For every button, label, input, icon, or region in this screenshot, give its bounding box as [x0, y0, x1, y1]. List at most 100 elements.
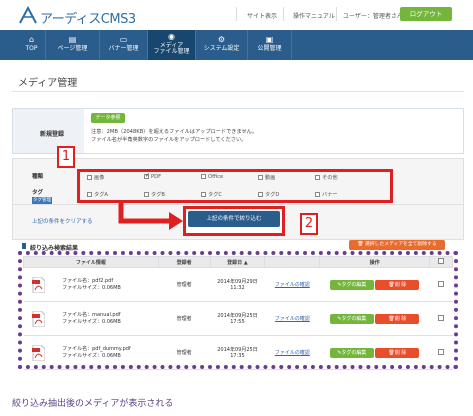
page-title: メディア管理 [18, 78, 78, 89]
file-name-label: ファイル名： [62, 345, 93, 352]
main-nav: ⌂ TOP ▤ ページ管理 ▭ バナー管理 ◉ メディア ファイル管理 ⚙ システム設定 … [0, 30, 473, 60]
nav-label: システム設定 [203, 45, 240, 52]
registered-date: 2014年09月25日 17:55 [210, 301, 265, 336]
file-name: pdf2.pdf [92, 277, 114, 284]
file-info: ファイル名：manual.pdf ファイルサイズ：0.06MB [23, 301, 159, 336]
browse-button[interactable]: データ参照 [91, 113, 125, 123]
time: 17:35 [230, 353, 245, 359]
time: 17:55 [230, 319, 245, 325]
col-confirm [264, 256, 321, 268]
row-checkbox[interactable] [438, 314, 444, 321]
tag-edit-button[interactable]: ✎タグの編集 [329, 347, 374, 358]
search-button[interactable]: 上記の条件で絞り込む [188, 211, 280, 227]
trash-icon: 🗑 [357, 242, 365, 247]
tag-manage-button[interactable]: タグ管理 [32, 197, 52, 204]
delete-button[interactable]: 🗑削 除 [375, 347, 420, 358]
actions-cell: ✎タグの編集 🗑削 除 [319, 335, 430, 370]
logout-button[interactable]: ログアウト [400, 7, 452, 21]
registrant: 管理者 [158, 335, 211, 370]
pdf-icon [31, 344, 45, 361]
logo[interactable]: アーディスCMS3 [18, 4, 158, 27]
nav-label: メディア ファイル管理 [153, 42, 190, 55]
tag-edit-button[interactable]: ✎タグの編集 [329, 313, 374, 324]
file-info: ファイル名：pdf_dummy.pdf ファイルサイズ：0.06MB [23, 335, 159, 370]
button-label: タグの編集 [341, 281, 367, 288]
site-view-link[interactable]: サイト表示 [247, 11, 277, 20]
button-label: 削 除 [394, 281, 407, 288]
button-label: 削 除 [394, 349, 407, 356]
delete-button[interactable]: 🗑削 除 [375, 313, 420, 324]
button-label: タグの編集 [341, 349, 367, 356]
sort-arrow-icon: ▲ [243, 259, 248, 266]
file-size: 0.06MB [101, 318, 121, 325]
confirm-cell: ファイルの確認 [264, 335, 320, 370]
pdf-icon [31, 310, 45, 327]
divider [283, 7, 284, 21]
registered-date: 2014年09月25日 17:35 [210, 335, 265, 370]
button-label: タグの編集 [341, 315, 367, 322]
nav-top[interactable]: ⌂ TOP [18, 30, 46, 60]
registrant: 管理者 [158, 267, 211, 302]
select-cell [429, 301, 453, 336]
upload-title: 新規登録 [40, 131, 65, 138]
select-cell [429, 335, 453, 370]
type-label: 種類 [32, 174, 44, 180]
nav-system[interactable]: ⚙ システム設定 [196, 30, 248, 60]
tag-edit-button[interactable]: ✎タグの編集 [329, 279, 374, 290]
clear-conditions-link[interactable]: 上記の条件をクリアする [32, 217, 93, 225]
user-label: ユーザー：管理者さん [343, 13, 403, 20]
actions-cell: ✎タグの編集 🗑削 除 [319, 301, 430, 336]
time: 11:32 [230, 285, 245, 291]
banner-icon: ▭ [119, 35, 128, 44]
actions-cell: ✎タグの編集 🗑削 除 [319, 267, 430, 302]
col-actions: 操作 [319, 256, 430, 268]
col-user: 登録者 [157, 256, 211, 268]
select-all-checkbox[interactable] [438, 258, 444, 264]
nav-banners[interactable]: ▭ バナー管理 [100, 30, 148, 60]
select-cell [429, 267, 453, 302]
file-name-label: ファイル名： [62, 277, 93, 284]
tag-label: タグ [32, 190, 44, 196]
file-size-label: ファイルサイズ： [62, 318, 102, 325]
upload-note: ファイル名が半角英数字のファイルをアップロードしてください。 [91, 137, 247, 143]
upload-note: 注意：2MB（2048KB）を超えるファイルはアップロードできません。 [91, 129, 258, 135]
table-header: ファイル情報 登録者 登録日 ▲ 操作 [23, 256, 453, 268]
pages-icon: ▤ [68, 35, 77, 44]
file-info: ファイル名：pdf2.pdf ファイルサイズ：0.06MB [23, 267, 159, 302]
pdf-icon [31, 276, 45, 293]
manual-link[interactable]: 操作マニュアル [293, 11, 335, 20]
delete-button[interactable]: 🗑削 除 [375, 279, 420, 290]
row-checkbox[interactable] [438, 280, 444, 287]
delete-selected-button[interactable]: 🗑 選択したメディアを全て削除する [349, 240, 445, 250]
caption: 絞り込み抽出後のメディアが表示される [12, 399, 174, 409]
camera-icon: ◉ [168, 32, 175, 41]
step-number-2: 2 [300, 213, 318, 235]
confirm-cell: ファイルの確認 [264, 301, 320, 336]
results-table: ファイル情報 登録者 登録日 ▲ 操作 ファイル名：pdf2.pdf ファイルサイ… [23, 256, 453, 370]
monitor-icon: ▣ [265, 35, 274, 44]
table-row: ファイル名：pdf2.pdf ファイルサイズ：0.06MB 管理者 2014年09… [23, 267, 453, 302]
red-arrow-icon [118, 203, 183, 230]
col-file: ファイル情報 [23, 256, 159, 268]
file-name: manual.pdf [92, 311, 121, 318]
file-confirm-link[interactable]: ファイルの確認 [275, 316, 310, 322]
col-date-label: 登録日 [227, 259, 243, 266]
file-confirm-link[interactable]: ファイルの確認 [275, 350, 310, 356]
file-size: 0.06MB [101, 352, 121, 359]
col-date[interactable]: 登録日 ▲ [209, 256, 266, 268]
confirm-cell: ファイルの確認 [264, 267, 320, 302]
nav-label: ページ管理 [57, 45, 88, 52]
nav-publish[interactable]: ▣ 公開管理 [248, 30, 292, 60]
row-checkbox[interactable] [438, 348, 444, 355]
registered-date: 2014年09月29日 11:32 [210, 267, 265, 302]
nav-label: バナー管理 [108, 45, 139, 52]
divider [12, 204, 464, 205]
table-row: ファイル名：pdf_dummy.pdf ファイルサイズ：0.06MB 管理者 20… [23, 335, 453, 370]
file-name-label: ファイル名： [62, 311, 93, 318]
nav-media[interactable]: ◉ メディア ファイル管理 [148, 30, 196, 60]
file-confirm-link[interactable]: ファイルの確認 [275, 282, 310, 288]
nav-label: 公開管理 [257, 45, 282, 52]
nav-label: TOP [25, 45, 38, 52]
file-size: 0.06MB [101, 284, 121, 291]
nav-pages[interactable]: ▤ ページ管理 [46, 30, 100, 60]
